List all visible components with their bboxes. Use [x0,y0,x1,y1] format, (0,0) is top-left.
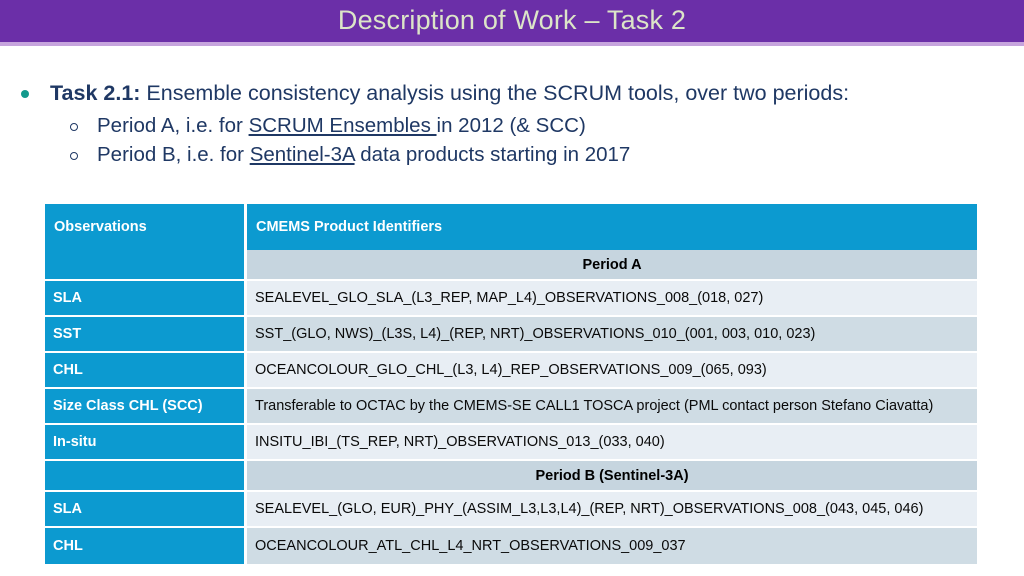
cell-product-identifier: SST_(GLO, NWS)_(L3S, L4)_(REP, NRT)_OBSE… [247,317,977,353]
cell-observation: SLA [45,281,247,317]
task-label: Task 2.1: [50,81,141,105]
table-section-row: Period B (Sentinel-3A) [45,461,977,492]
slide-title-bar: Description of Work – Task 2 [0,0,1024,42]
bullet-list: Task 2.1: Ensemble consistency analysis … [0,80,1024,172]
table-row: CHL OCEANCOLOUR_GLO_CHL_(L3, L4)_REP_OBSE… [45,353,977,389]
cell-product-identifier: SEALEVEL_(GLO, EUR)_PHY_(ASSIM_L3,L3,L4)… [247,492,977,528]
cell-observation: CHL [45,353,247,389]
bullet-item-period-b-text: Period B, i.e. for Sentinel-3A data prod… [70,142,630,169]
cell-product-identifier: OCEANCOLOUR_GLO_CHL_(L3, L4)_REP_OBSERVA… [247,353,977,389]
period-b-post: data products starting in 2017 [354,143,631,167]
bullet-circle-icon [70,122,78,131]
bullet-item-task-2-1: Task 2.1: Ensemble consistency analysis … [0,80,1024,108]
period-a-underlined: SCRUM Ensembles [248,113,437,137]
period-a-post: in 2012 (& SCC) [436,113,586,137]
column-header-product-identifiers: CMEMS Product Identifiers [247,204,977,250]
bullet-item-task-2-1-text: Task 2.1: Ensemble consistency analysis … [22,80,849,108]
cell-observation: SLA [45,492,247,528]
table-body: Period A SLA SEALEVEL_GLO_SLA_(L3_REP, MAP… [45,250,977,564]
bullet-item-period-a: Period A, i.e. for SCRUM Ensembles in 20… [0,113,1024,140]
title-underline-divider [0,42,1024,46]
page-title: Description of Work – Task 2 [337,4,687,35]
table-header-row: Observations CMEMS Product Identifiers [45,204,977,250]
bullet-dot-icon [21,90,29,98]
column-header-observations: Observations [45,204,247,250]
period-b-pre: Period B, i.e. for [97,143,250,167]
cell-observation [45,250,247,281]
cell-period-label: Period A [247,250,977,281]
cell-product-identifier: OCEANCOLOUR_ATL_CHL_L4_NRT_OBSERVATIONS_… [247,528,977,564]
period-a-pre: Period A, i.e. for [97,113,249,137]
bullet-item-period-a-text: Period A, i.e. for SCRUM Ensembles in 20… [70,113,586,140]
table-row: SLA SEALEVEL_GLO_SLA_(L3_REP, MAP_L4)_OBS… [45,281,977,317]
cmems-products-table: Observations CMEMS Product Identifiers P… [45,204,977,564]
table-row: In-situ INSITU_IBI_(TS_REP, NRT)_OBSERVAT… [45,425,977,461]
table-row: Size Class CHL (SCC) Transferable to OCTA… [45,389,977,425]
cell-product-identifier: SEALEVEL_GLO_SLA_(L3_REP, MAP_L4)_OBSERV… [247,281,977,317]
table-row: SST SST_(GLO, NWS)_(L3S, L4)_(REP, NRT)_O… [45,317,977,353]
table-section-row: Period A [45,250,977,281]
cell-observation: SST [45,317,247,353]
task-description: Ensemble consistency analysis using the … [140,81,850,105]
cell-period-label: Period B (Sentinel-3A) [247,461,977,492]
cell-observation [45,461,247,492]
period-b-underlined: Sentinel-3A [249,143,355,167]
cell-observation: Size Class CHL (SCC) [45,389,247,425]
table-row: SLA SEALEVEL_(GLO, EUR)_PHY_(ASSIM_L3,L3,… [45,492,977,528]
slide-canvas: Description of Work – Task 2 Task 2.1: E… [0,0,1024,576]
cell-observation: In-situ [45,425,247,461]
cell-observation: CHL [45,528,247,564]
cell-product-identifier: Transferable to OCTAC by the CMEMS-SE CA… [247,389,977,425]
bullet-item-period-b: Period B, i.e. for Sentinel-3A data prod… [0,142,1024,169]
table-row: CHL OCEANCOLOUR_ATL_CHL_L4_NRT_OBSERVATIO… [45,528,977,564]
cell-product-identifier: INSITU_IBI_(TS_REP, NRT)_OBSERVATIONS_01… [247,425,977,461]
